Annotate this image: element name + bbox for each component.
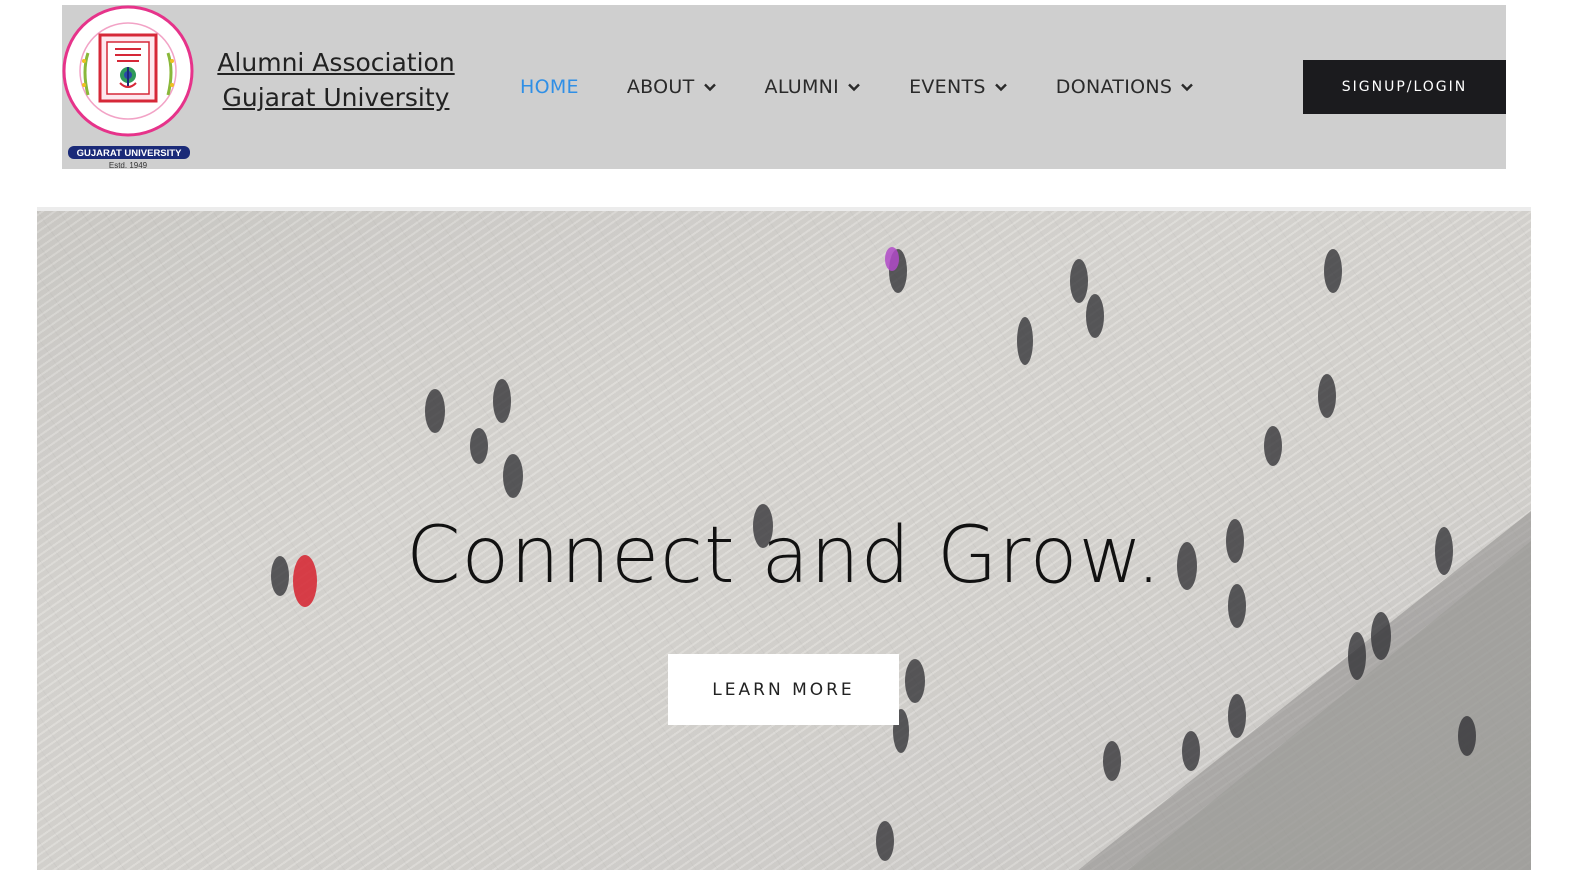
nav-item-home[interactable]: HOME [520, 76, 579, 98]
nav-item-donations[interactable]: DONATIONS [1056, 76, 1194, 98]
nav-item-label: HOME [520, 76, 579, 98]
nav-item-events[interactable]: EVENTS [909, 76, 1008, 98]
chevron-down-icon [703, 83, 716, 92]
hero-banner: Connect and Grow. LEARN MORE [37, 211, 1531, 870]
logo-caption: GUJARAT UNIVERSITY [77, 148, 183, 159]
site-header: GUJARAT UNIVERSITY Estd. 1949 Alumni Ass… [62, 5, 1506, 169]
university-logo[interactable]: GUJARAT UNIVERSITY Estd. 1949 [62, 5, 196, 169]
signup-login-button[interactable]: SIGNUP/LOGIN [1303, 60, 1506, 114]
site-title-line1: Alumni Association [217, 48, 455, 77]
chevron-down-icon [848, 83, 860, 92]
university-seal-icon: GUJARAT UNIVERSITY Estd. 1949 [62, 5, 194, 169]
nav-item-about[interactable]: ABOUT [627, 76, 717, 98]
nav-item-label: EVENTS [909, 76, 986, 98]
hero-title: Connect and Grow. [406, 511, 1162, 601]
site-title-line2: Gujarat University [222, 83, 450, 112]
learn-more-button[interactable]: LEARN MORE [668, 654, 899, 725]
nav-item-label: ABOUT [626, 76, 695, 98]
chevron-down-icon [1181, 83, 1194, 92]
main-navigation: HOME ABOUT ALUMNI EVENTS DONATIONS [520, 69, 1242, 105]
nav-item-alumni[interactable]: ALUMNI [765, 76, 862, 98]
site-title-link[interactable]: Alumni Association Gujarat University [206, 45, 466, 115]
logo-estd: Estd. 1949 [109, 161, 148, 169]
chevron-down-icon [994, 83, 1007, 92]
nav-item-label: DONATIONS [1055, 76, 1173, 98]
nav-item-label: ALUMNI [764, 76, 840, 98]
